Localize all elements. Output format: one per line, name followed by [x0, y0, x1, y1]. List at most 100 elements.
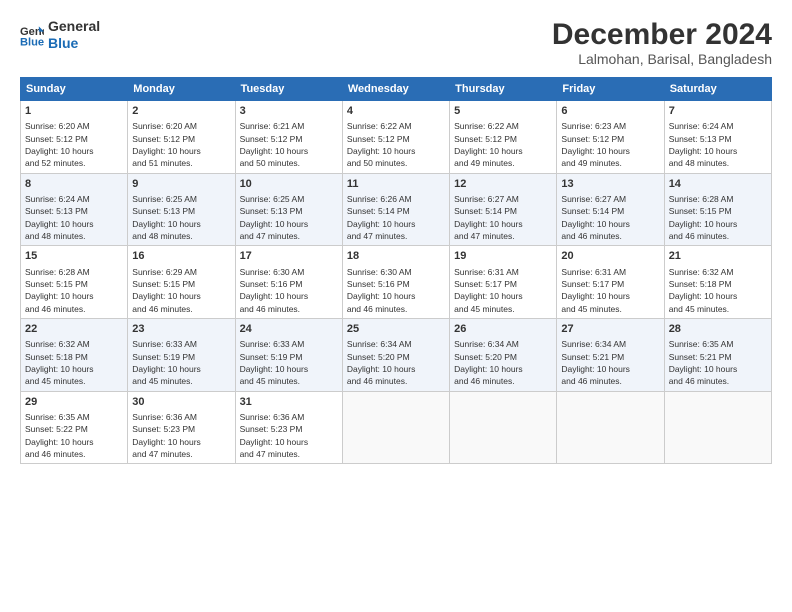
calendar-cell: [450, 391, 557, 464]
day-number: 27: [561, 322, 659, 337]
day-info: Sunrise: 6:31 AMSunset: 5:17 PMDaylight:…: [561, 266, 659, 315]
logo-line2: Blue: [48, 35, 100, 52]
calendar-cell: 24Sunrise: 6:33 AMSunset: 5:19 PMDayligh…: [235, 318, 342, 391]
calendar-cell: 28Sunrise: 6:35 AMSunset: 5:21 PMDayligh…: [664, 318, 771, 391]
week-row-4: 29Sunrise: 6:35 AMSunset: 5:22 PMDayligh…: [21, 391, 772, 464]
day-info: Sunrise: 6:36 AMSunset: 5:23 PMDaylight:…: [240, 411, 338, 460]
header-tuesday: Tuesday: [235, 78, 342, 101]
day-info: Sunrise: 6:25 AMSunset: 5:13 PMDaylight:…: [240, 193, 338, 242]
day-info: Sunrise: 6:24 AMSunset: 5:13 PMDaylight:…: [25, 193, 123, 242]
day-info: Sunrise: 6:35 AMSunset: 5:22 PMDaylight:…: [25, 411, 123, 460]
day-number: 28: [669, 322, 767, 337]
day-info: Sunrise: 6:31 AMSunset: 5:17 PMDaylight:…: [454, 266, 552, 315]
calendar-cell: 13Sunrise: 6:27 AMSunset: 5:14 PMDayligh…: [557, 173, 664, 246]
calendar-cell: 23Sunrise: 6:33 AMSunset: 5:19 PMDayligh…: [128, 318, 235, 391]
day-number: 15: [25, 249, 123, 264]
day-number: 16: [132, 249, 230, 264]
day-number: 29: [25, 395, 123, 410]
subtitle: Lalmohan, Barisal, Bangladesh: [552, 51, 772, 67]
day-number: 21: [669, 249, 767, 264]
calendar-cell: 5Sunrise: 6:22 AMSunset: 5:12 PMDaylight…: [450, 101, 557, 174]
calendar-cell: 4Sunrise: 6:22 AMSunset: 5:12 PMDaylight…: [342, 101, 449, 174]
day-info: Sunrise: 6:28 AMSunset: 5:15 PMDaylight:…: [669, 193, 767, 242]
day-number: 2: [132, 104, 230, 119]
calendar-cell: 6Sunrise: 6:23 AMSunset: 5:12 PMDaylight…: [557, 101, 664, 174]
calendar-cell: 7Sunrise: 6:24 AMSunset: 5:13 PMDaylight…: [664, 101, 771, 174]
day-info: Sunrise: 6:24 AMSunset: 5:13 PMDaylight:…: [669, 120, 767, 169]
day-number: 25: [347, 322, 445, 337]
calendar-cell: 10Sunrise: 6:25 AMSunset: 5:13 PMDayligh…: [235, 173, 342, 246]
day-number: 8: [25, 177, 123, 192]
day-number: 14: [669, 177, 767, 192]
calendar-cell: 30Sunrise: 6:36 AMSunset: 5:23 PMDayligh…: [128, 391, 235, 464]
header-saturday: Saturday: [664, 78, 771, 101]
day-info: Sunrise: 6:30 AMSunset: 5:16 PMDaylight:…: [240, 266, 338, 315]
calendar-cell: 15Sunrise: 6:28 AMSunset: 5:15 PMDayligh…: [21, 246, 128, 319]
calendar-cell: 27Sunrise: 6:34 AMSunset: 5:21 PMDayligh…: [557, 318, 664, 391]
calendar-cell: 22Sunrise: 6:32 AMSunset: 5:18 PMDayligh…: [21, 318, 128, 391]
calendar-cell: 3Sunrise: 6:21 AMSunset: 5:12 PMDaylight…: [235, 101, 342, 174]
day-number: 10: [240, 177, 338, 192]
calendar-cell: 20 Sunrise: 6:31 AMSunset: 5:17 PMDayligh…: [557, 246, 664, 319]
svg-text:Blue: Blue: [20, 36, 44, 47]
main-title: December 2024: [552, 18, 772, 51]
calendar-cell: 18Sunrise: 6:30 AMSunset: 5:16 PMDayligh…: [342, 246, 449, 319]
day-number: 11: [347, 177, 445, 192]
calendar-cell: 9Sunrise: 6:25 AMSunset: 5:13 PMDaylight…: [128, 173, 235, 246]
calendar-cell: 26Sunrise: 6:34 AMSunset: 5:20 PMDayligh…: [450, 318, 557, 391]
title-block: December 2024 Lalmohan, Barisal, Banglad…: [552, 18, 772, 67]
calendar-cell: 25Sunrise: 6:34 AMSunset: 5:20 PMDayligh…: [342, 318, 449, 391]
day-info: Sunrise: 6:27 AMSunset: 5:14 PMDaylight:…: [561, 193, 659, 242]
header-wednesday: Wednesday: [342, 78, 449, 101]
week-row-1: 8Sunrise: 6:24 AMSunset: 5:13 PMDaylight…: [21, 173, 772, 246]
day-info: Sunrise: 6:23 AMSunset: 5:12 PMDaylight:…: [561, 120, 659, 169]
header-monday: Monday: [128, 78, 235, 101]
header-thursday: Thursday: [450, 78, 557, 101]
calendar-cell: [557, 391, 664, 464]
day-number: 13: [561, 177, 659, 192]
day-info: Sunrise: 6:32 AMSunset: 5:18 PMDaylight:…: [669, 266, 767, 315]
calendar-body: 1Sunrise: 6:20 AMSunset: 5:12 PMDaylight…: [21, 101, 772, 464]
calendar-cell: 2Sunrise: 6:20 AMSunset: 5:12 PMDaylight…: [128, 101, 235, 174]
calendar-cell: 29Sunrise: 6:35 AMSunset: 5:22 PMDayligh…: [21, 391, 128, 464]
day-number: 4: [347, 104, 445, 119]
day-number: 7: [669, 104, 767, 119]
day-info: Sunrise: 6:25 AMSunset: 5:13 PMDaylight:…: [132, 193, 230, 242]
calendar-cell: [342, 391, 449, 464]
day-number: 26: [454, 322, 552, 337]
day-number: 20: [561, 249, 659, 264]
day-info: Sunrise: 6:34 AMSunset: 5:21 PMDaylight:…: [561, 338, 659, 387]
day-info: Sunrise: 6:26 AMSunset: 5:14 PMDaylight:…: [347, 193, 445, 242]
day-info: Sunrise: 6:33 AMSunset: 5:19 PMDaylight:…: [240, 338, 338, 387]
logo-icon: General Blue: [20, 23, 44, 47]
day-number: 30: [132, 395, 230, 410]
calendar-cell: 16Sunrise: 6:29 AMSunset: 5:15 PMDayligh…: [128, 246, 235, 319]
day-number: 22: [25, 322, 123, 337]
calendar-cell: 17Sunrise: 6:30 AMSunset: 5:16 PMDayligh…: [235, 246, 342, 319]
header-row: SundayMondayTuesdayWednesdayThursdayFrid…: [21, 78, 772, 101]
day-number: 3: [240, 104, 338, 119]
day-number: 5: [454, 104, 552, 119]
calendar-cell: 31Sunrise: 6:36 AMSunset: 5:23 PMDayligh…: [235, 391, 342, 464]
day-info: Sunrise: 6:22 AMSunset: 5:12 PMDaylight:…: [347, 120, 445, 169]
week-row-3: 22Sunrise: 6:32 AMSunset: 5:18 PMDayligh…: [21, 318, 772, 391]
calendar-cell: 12Sunrise: 6:27 AMSunset: 5:14 PMDayligh…: [450, 173, 557, 246]
day-info: Sunrise: 6:22 AMSunset: 5:12 PMDaylight:…: [454, 120, 552, 169]
day-number: 24: [240, 322, 338, 337]
header-sunday: Sunday: [21, 78, 128, 101]
day-info: Sunrise: 6:35 AMSunset: 5:21 PMDaylight:…: [669, 338, 767, 387]
day-info: Sunrise: 6:32 AMSunset: 5:18 PMDaylight:…: [25, 338, 123, 387]
logo: General Blue General Blue: [20, 18, 100, 52]
week-row-0: 1Sunrise: 6:20 AMSunset: 5:12 PMDaylight…: [21, 101, 772, 174]
day-info: Sunrise: 6:27 AMSunset: 5:14 PMDaylight:…: [454, 193, 552, 242]
day-number: 6: [561, 104, 659, 119]
week-row-2: 15Sunrise: 6:28 AMSunset: 5:15 PMDayligh…: [21, 246, 772, 319]
day-number: 23: [132, 322, 230, 337]
calendar-cell: 21 Sunrise: 6:32 AMSunset: 5:18 PMDayligh…: [664, 246, 771, 319]
page: General Blue General Blue December 2024 …: [0, 0, 792, 612]
calendar-cell: [664, 391, 771, 464]
day-info: Sunrise: 6:20 AMSunset: 5:12 PMDaylight:…: [25, 120, 123, 169]
calendar-cell: 8Sunrise: 6:24 AMSunset: 5:13 PMDaylight…: [21, 173, 128, 246]
calendar-cell: 19Sunrise: 6:31 AMSunset: 5:17 PMDayligh…: [450, 246, 557, 319]
day-number: 31: [240, 395, 338, 410]
